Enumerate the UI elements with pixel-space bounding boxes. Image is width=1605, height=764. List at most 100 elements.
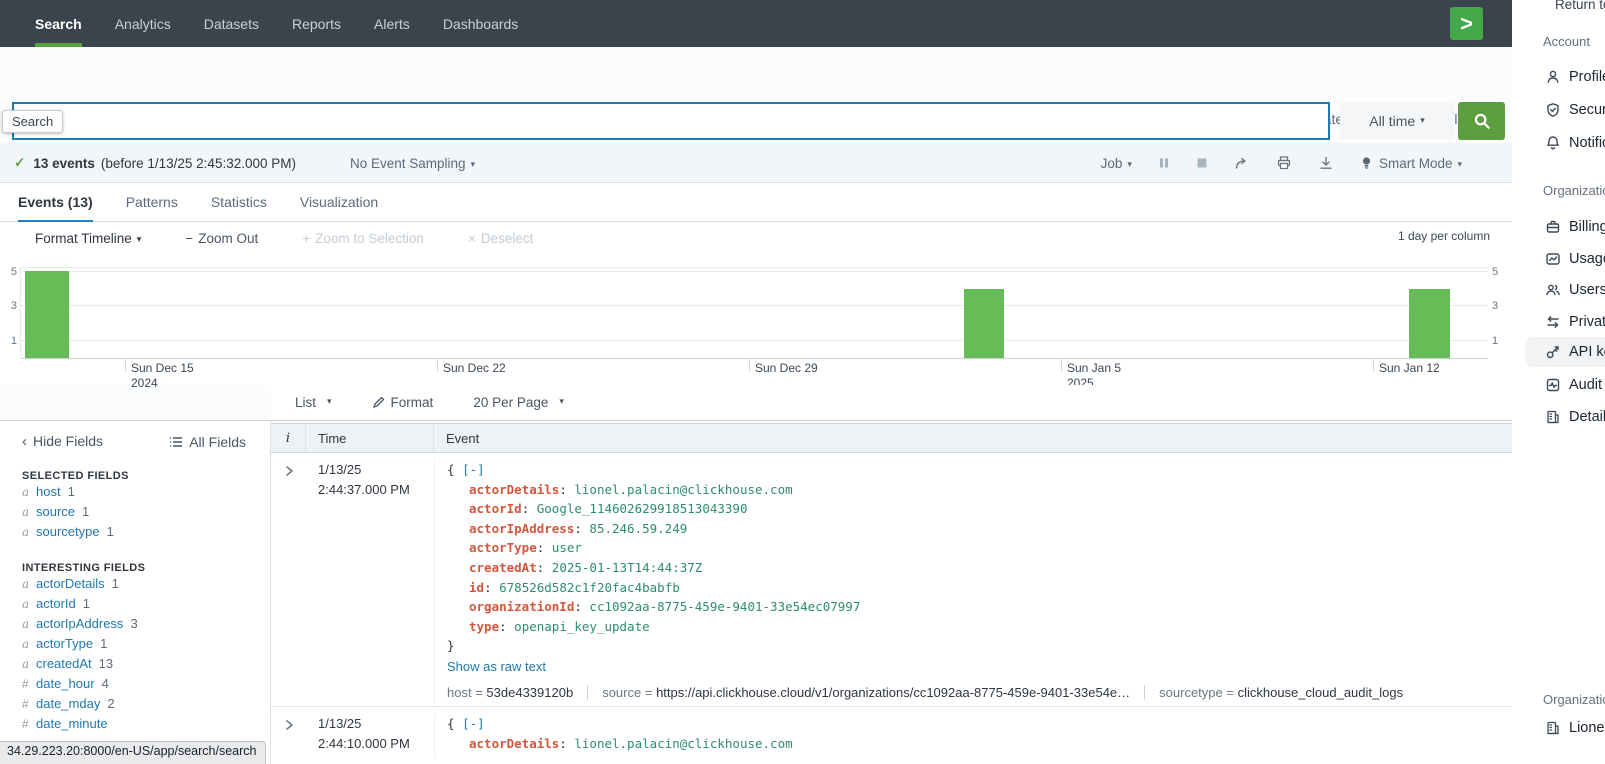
print-button[interactable] [1276,155,1292,171]
zoom-out-button[interactable]: Zoom Out [185,231,258,246]
timeline-bar-3[interactable] [1409,289,1450,358]
cloud-settings-panel: Return to Account Profile Security Notif… [1512,0,1605,764]
field-type-icon: a [22,574,36,594]
list-view-dropdown[interactable]: List [295,395,332,410]
nav-tab-alerts[interactable]: Alerts [374,0,410,47]
nav-tab-dashboards[interactable]: Dashboards [443,0,519,47]
field-item-actorDetails[interactable]: aactorDetails1 [0,574,270,594]
time-range-picker[interactable]: All time [1340,102,1454,140]
results-content: Hide Fields All Fields SELECTED FIELDS a… [0,420,1512,764]
deselect-button[interactable]: Deselect [468,231,533,246]
nav-tab-search-label: Search [35,16,82,32]
event-timestamp[interactable]: 1/13/25 2:44:37.000 PM [306,460,434,706]
x-axis-label-dec29: Sun Dec 29 [755,361,818,376]
event-expand-button[interactable] [271,460,306,706]
menu-item-private-endpoints[interactable]: Private [1512,307,1605,337]
export-button[interactable] [1318,155,1334,171]
x-axis-line [21,358,1488,359]
event-timestamp[interactable]: 1/13/25 2:44:10.000 PM [306,714,434,759]
nav-tab-search[interactable]: Search [35,0,82,47]
nav-tab-reports-label: Reports [292,16,341,32]
format-results-button[interactable]: Format [372,395,434,410]
field-item-date_minute[interactable]: #date_minute [0,714,270,734]
event-meta-sourcetype[interactable]: sourcetype = clickhouse_cloud_audit_logs [1144,685,1417,700]
event-cell: { [-] actorDetails: lionel.palacin@click… [434,460,1512,706]
search-mode-selector[interactable]: Smart Mode [1360,156,1462,171]
events-timeline-chart[interactable]: 5 3 1 5 3 1 Sun Dec 152024 Sun Dec 22 Su… [0,258,1512,385]
clickhouse-app-icon[interactable]: > [1450,7,1483,40]
y-axis-label-left-5: 5 [5,266,17,278]
tab-patterns[interactable]: Patterns [126,183,178,222]
selected-fields-header: SELECTED FIELDS [0,470,270,482]
search-bar: * All time [0,100,1512,143]
menu-item-details[interactable]: Details [1512,402,1605,432]
pause-job-button[interactable] [1158,157,1170,169]
menu-item-audit[interactable]: Audit [1512,370,1605,400]
event-sampling-dropdown[interactable]: No Event Sampling [350,156,475,171]
event-meta-host[interactable]: host = 53de4339120b [447,685,587,700]
y-axis-label-right-5: 5 [1492,266,1498,278]
menu-item-security[interactable]: Security [1512,95,1605,125]
all-fields-button[interactable]: All Fields [169,434,246,450]
field-item-source[interactable]: asource1 [0,502,270,522]
field-item-host[interactable]: ahost1 [0,482,270,502]
timeline-plot-area[interactable]: 5 3 1 5 3 1 Sun Dec 152024 Sun Dec 22 Su… [20,267,1488,358]
return-to-link[interactable]: Return to [1555,0,1605,12]
per-page-dropdown[interactable]: 20 Per Page [473,395,564,410]
collapse-json-link[interactable]: [-] [462,462,485,477]
field-item-date_hour[interactable]: #date_hour4 [0,674,270,694]
tab-statistics[interactable]: Statistics [211,183,267,222]
search-submit-button[interactable] [1458,102,1505,140]
collapse-json-link[interactable]: [-] [462,716,485,731]
events-qualifier: (before 1/13/25 2:45:32.000 PM) [101,156,296,171]
field-type-icon: # [22,714,36,734]
format-results-label: Format [391,395,434,410]
y-axis-label-left-3: 3 [5,300,17,312]
tab-visualization[interactable]: Visualization [300,183,378,222]
organization-icon [1545,720,1561,736]
timeline-bar-1[interactable] [25,271,69,358]
menu-item-users[interactable]: Users [1512,275,1605,305]
show-raw-text-link[interactable]: Show as raw text [447,659,1512,674]
field-item-createdAt[interactable]: acreatedAt13 [0,654,270,674]
field-item-actorType[interactable]: aactorType1 [0,634,270,654]
x-tick [1061,358,1062,371]
menu-item-profile[interactable]: Profile [1512,62,1605,92]
y-axis-label-left-1: 1 [5,335,17,347]
search-input[interactable]: * [12,102,1330,140]
stop-job-button[interactable] [1196,157,1208,169]
field-item-sourcetype[interactable]: asourcetype1 [0,522,270,542]
field-item-actorIpAddress[interactable]: aactorIpAddress3 [0,614,270,634]
menu-item-api-keys[interactable]: API keys [1525,337,1605,367]
section-header-organizations: Organizations [1543,692,1605,707]
menu-item-organization-lionel[interactable]: Lionel [1512,713,1605,743]
event-expand-button[interactable] [271,714,306,759]
job-menu[interactable]: Job [1101,156,1132,171]
column-header-event: Event [434,424,1512,452]
zoom-to-selection-button[interactable]: Zoom to Selection [302,231,424,246]
field-type-icon: a [22,654,36,674]
magnifier-icon [1473,112,1491,130]
hide-fields-button[interactable]: Hide Fields [22,433,103,450]
field-item-actorId[interactable]: aactorId1 [0,594,270,614]
nav-tab-dashboards-label: Dashboards [443,16,519,32]
menu-item-notifications[interactable]: Notifications [1512,128,1605,158]
nav-tab-analytics[interactable]: Analytics [115,0,171,47]
field-type-icon: a [22,594,36,614]
gridline-3 [21,305,1488,306]
menu-item-usage[interactable]: Usage [1512,244,1605,274]
printer-icon [1276,155,1292,171]
gridline-5 [21,271,1488,272]
menu-item-billing[interactable]: Billing [1512,212,1605,242]
field-item-date_mday[interactable]: #date_mday2 [0,694,270,714]
tab-events[interactable]: Events (13) [18,183,93,222]
timeline-toolbar: Format Timeline Zoom Out Zoom to Selecti… [0,222,1512,258]
tab-patterns-label: Patterns [126,194,178,210]
format-timeline-dropdown[interactable]: Format Timeline [35,231,141,246]
nav-tab-reports[interactable]: Reports [292,0,341,47]
x-axis-label-dec15: Sun Dec 152024 [131,361,194,391]
timeline-bar-2[interactable] [964,289,1004,358]
nav-tab-datasets[interactable]: Datasets [204,0,259,47]
share-job-button[interactable] [1234,155,1250,171]
event-meta-source[interactable]: source = https://api.clickhouse.cloud/v1… [587,685,1144,700]
